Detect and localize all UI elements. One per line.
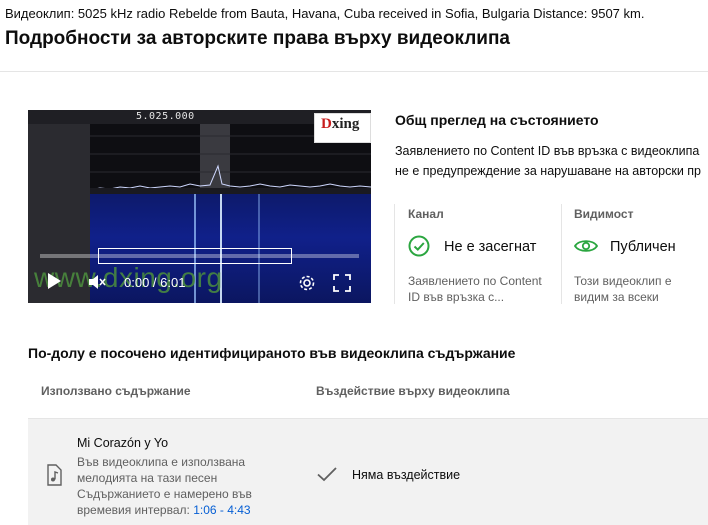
card-divider xyxy=(561,204,562,304)
play-icon[interactable] xyxy=(46,272,62,295)
channel-status: Не е засегнат xyxy=(444,239,537,255)
fullscreen-icon[interactable] xyxy=(333,274,351,297)
eye-icon xyxy=(573,238,599,259)
visibility-status: Публичен xyxy=(610,239,676,255)
song-title: Mi Corazón y Yo xyxy=(77,436,169,450)
video-player[interactable]: 5.025.000 Dxing www.dxing.org 0:00 / 6:0… xyxy=(28,110,371,303)
visibility-description: Този видеоклип е видим за всеки xyxy=(574,274,672,304)
column-header-used-content: Използвано съдържание xyxy=(41,384,191,398)
time-display: 0:00 / 6:01 xyxy=(124,275,186,290)
card-divider xyxy=(394,204,395,304)
visibility-label: Видимост xyxy=(574,207,634,221)
channel-label: Канал xyxy=(408,207,444,221)
impact-status: Няма въздействие xyxy=(352,468,461,482)
volume-muted-icon[interactable] xyxy=(88,274,106,295)
overview-title: Общ преглед на състоянието xyxy=(395,112,599,128)
channel-description: Заявлението по Content ID във връзка с..… xyxy=(408,274,542,304)
music-note-icon xyxy=(45,464,63,491)
sdr-frequency: 5.025.000 xyxy=(136,111,195,122)
time-interval-link[interactable]: 1:06 - 4:43 xyxy=(193,503,250,517)
column-header-impact: Въздействие върху видеоклипа xyxy=(316,384,510,398)
settings-gear-icon[interactable] xyxy=(298,274,316,297)
overview-description: Заявлението по Content ID във връзка с в… xyxy=(395,144,702,178)
song-description: Във видеоклипа е използвана мелодията на… xyxy=(77,455,252,517)
check-circle-icon xyxy=(408,235,430,262)
page-title: Подробности за авторските права върху ви… xyxy=(5,28,511,49)
check-icon xyxy=(316,466,338,487)
dxing-logo: Dxing xyxy=(314,113,371,143)
content-section-title: По-долу е посочено идентифицираното във … xyxy=(28,345,516,361)
title-divider xyxy=(0,71,708,72)
video-heading: Видеоклип: 5025 kHz radio Rebelde from B… xyxy=(5,6,645,21)
